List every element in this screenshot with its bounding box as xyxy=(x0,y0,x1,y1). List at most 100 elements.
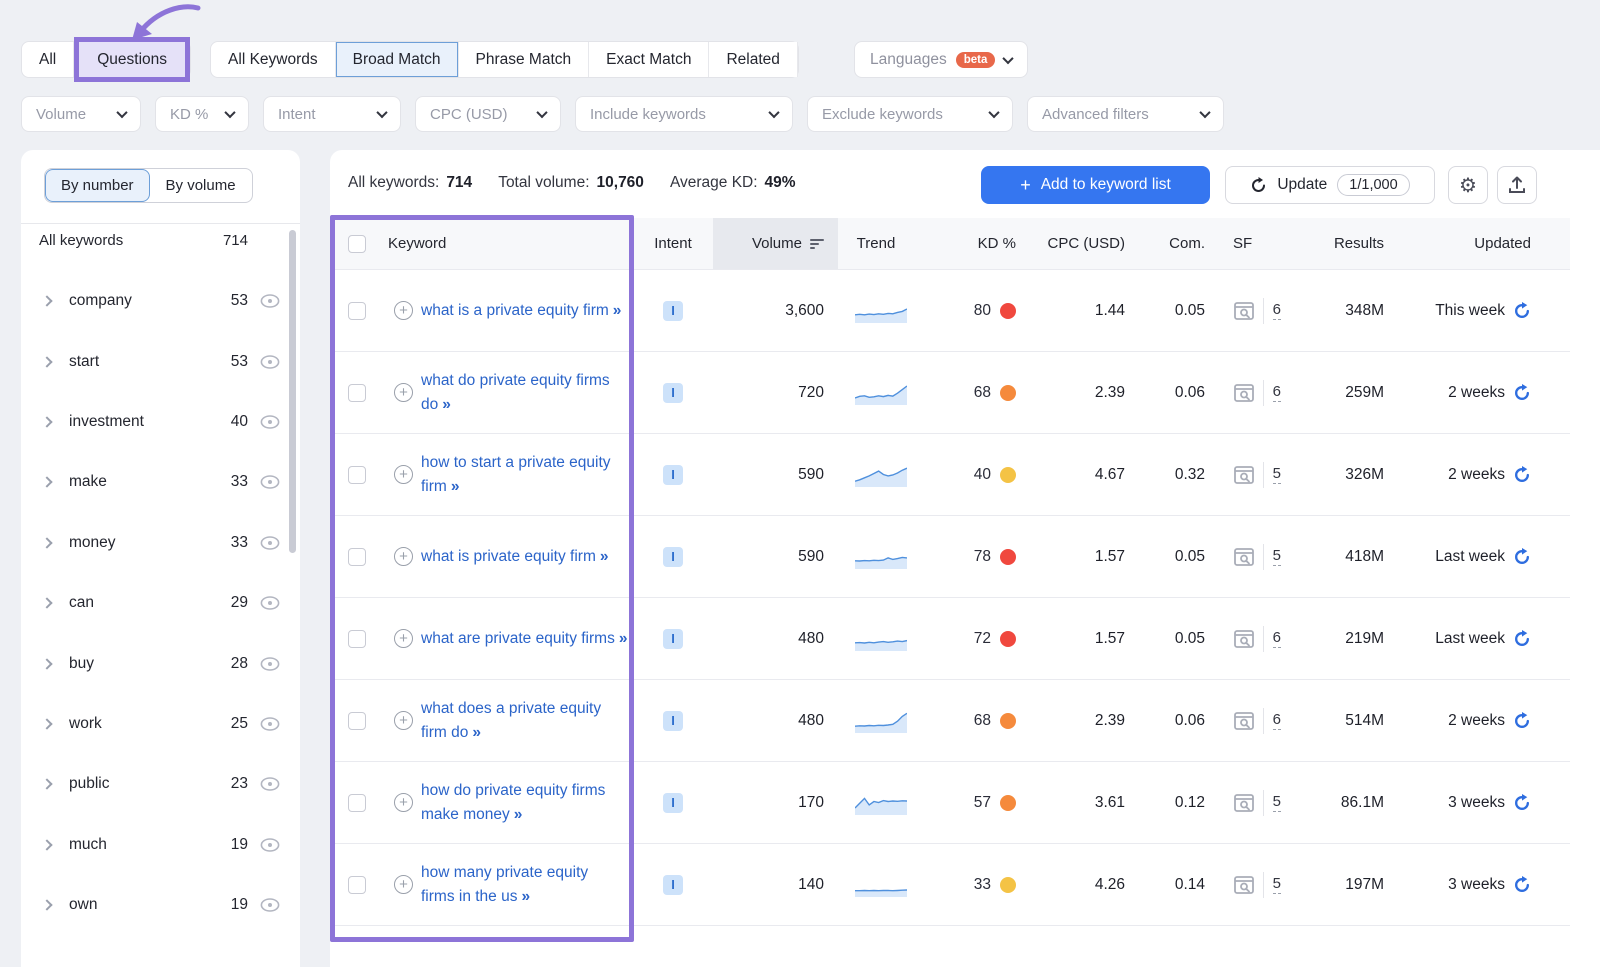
chevron-right-icon[interactable] xyxy=(41,477,52,488)
refresh-metrics-icon[interactable] xyxy=(1513,384,1531,402)
settings-button[interactable]: ⚙ xyxy=(1448,166,1488,204)
keyword-group-item[interactable]: public 23 xyxy=(21,754,300,814)
keyword-group-item[interactable]: make 33 xyxy=(21,452,300,512)
keyword-link[interactable]: what does a private equity firm do» xyxy=(421,697,626,744)
filter-dropdown[interactable]: KD % xyxy=(155,96,249,132)
keyword-group-item[interactable]: company 53 xyxy=(21,271,300,331)
header-cpc[interactable]: CPC (USD) xyxy=(1030,235,1135,252)
toggle-by-volume[interactable]: By volume xyxy=(150,169,252,202)
tab-match-type[interactable]: Broad Match xyxy=(336,42,459,77)
keyword-group-item[interactable]: can 29 xyxy=(21,573,300,633)
keyword-link[interactable]: what do private equity firms do» xyxy=(421,369,626,416)
eye-icon[interactable] xyxy=(260,777,280,791)
filter-dropdown[interactable]: CPC (USD) xyxy=(415,96,561,132)
header-intent[interactable]: Intent xyxy=(633,235,713,252)
eye-icon[interactable] xyxy=(260,596,280,610)
keyword-link[interactable]: what is private equity firm» xyxy=(421,545,607,568)
sf-count-link[interactable]: 5 xyxy=(1273,465,1281,484)
intent-badge[interactable]: I xyxy=(663,629,683,649)
row-checkbox[interactable] xyxy=(348,548,366,566)
update-button[interactable]: Update 1/1,000 xyxy=(1225,166,1435,204)
keyword-link[interactable]: how many private equity firms in the us» xyxy=(421,861,626,908)
tab-match-type[interactable]: All Keywords xyxy=(211,42,336,77)
tab-all[interactable]: All xyxy=(22,42,74,77)
sf-count-link[interactable]: 6 xyxy=(1273,629,1281,648)
intent-badge[interactable]: I xyxy=(663,547,683,567)
row-checkbox[interactable] xyxy=(348,384,366,402)
serp-preview-icon[interactable] xyxy=(1234,794,1254,812)
eye-icon[interactable] xyxy=(260,717,280,731)
serp-preview-icon[interactable] xyxy=(1234,876,1254,894)
row-checkbox[interactable] xyxy=(348,302,366,320)
chevron-right-icon[interactable] xyxy=(41,296,52,307)
row-checkbox[interactable] xyxy=(348,876,366,894)
expand-plus-icon[interactable]: + xyxy=(394,629,413,648)
open-keyword-icon[interactable]: » xyxy=(613,302,620,319)
sf-count-link[interactable]: 5 xyxy=(1273,547,1281,566)
sf-count-link[interactable]: 5 xyxy=(1273,875,1281,894)
keyword-group-item[interactable]: start 53 xyxy=(21,331,300,391)
refresh-metrics-icon[interactable] xyxy=(1513,302,1531,320)
chevron-right-icon[interactable] xyxy=(41,718,52,729)
filter-dropdown[interactable]: Exclude keywords xyxy=(807,96,1013,132)
chevron-right-icon[interactable] xyxy=(41,416,52,427)
refresh-metrics-icon[interactable] xyxy=(1513,794,1531,812)
keyword-group-item[interactable]: investment 40 xyxy=(21,392,300,452)
keyword-group-item[interactable]: own 19 xyxy=(21,875,300,935)
intent-badge[interactable]: I xyxy=(663,301,683,321)
expand-plus-icon[interactable]: + xyxy=(394,793,413,812)
tab-match-type[interactable]: Related xyxy=(709,42,797,77)
open-keyword-icon[interactable]: » xyxy=(514,806,521,823)
keyword-group-item[interactable]: buy 28 xyxy=(21,633,300,693)
eye-icon[interactable] xyxy=(260,415,280,429)
expand-plus-icon[interactable]: + xyxy=(394,465,413,484)
keyword-group-item[interactable]: work 25 xyxy=(21,694,300,754)
header-kd[interactable]: KD % xyxy=(924,235,1030,252)
refresh-metrics-icon[interactable] xyxy=(1513,712,1531,730)
intent-badge[interactable]: I xyxy=(663,711,683,731)
sidebar-header[interactable]: All keywords 714 xyxy=(39,232,248,249)
eye-icon[interactable] xyxy=(260,838,280,852)
languages-dropdown[interactable]: Languages beta xyxy=(854,41,1028,78)
open-keyword-icon[interactable]: » xyxy=(619,630,626,647)
refresh-metrics-icon[interactable] xyxy=(1513,876,1531,894)
sidebar-scrollbar[interactable] xyxy=(289,230,296,553)
chevron-right-icon[interactable] xyxy=(41,658,52,669)
row-checkbox[interactable] xyxy=(348,466,366,484)
eye-icon[interactable] xyxy=(260,536,280,550)
chevron-right-icon[interactable] xyxy=(41,899,52,910)
sf-count-link[interactable]: 6 xyxy=(1273,711,1281,730)
eye-icon[interactable] xyxy=(260,294,280,308)
header-updated[interactable]: Updated xyxy=(1390,235,1565,252)
intent-badge[interactable]: I xyxy=(663,793,683,813)
refresh-metrics-icon[interactable] xyxy=(1513,630,1531,648)
toggle-by-number[interactable]: By number xyxy=(45,169,150,202)
filter-dropdown[interactable]: Advanced filters xyxy=(1027,96,1224,132)
keyword-link[interactable]: what are private equity firms» xyxy=(421,627,625,650)
add-to-keyword-list-button[interactable]: + Add to keyword list xyxy=(981,166,1210,204)
row-checkbox[interactable] xyxy=(348,712,366,730)
open-keyword-icon[interactable]: » xyxy=(521,888,528,905)
row-checkbox[interactable] xyxy=(348,794,366,812)
refresh-metrics-icon[interactable] xyxy=(1513,548,1531,566)
intent-badge[interactable]: I xyxy=(663,465,683,485)
chevron-right-icon[interactable] xyxy=(41,597,52,608)
header-volume[interactable]: Volume xyxy=(713,218,838,269)
intent-badge[interactable]: I xyxy=(663,875,683,895)
open-keyword-icon[interactable]: » xyxy=(451,478,458,495)
keyword-group-item[interactable]: much 19 xyxy=(21,815,300,875)
expand-plus-icon[interactable]: + xyxy=(394,547,413,566)
select-all-checkbox[interactable] xyxy=(348,235,366,253)
open-keyword-icon[interactable]: » xyxy=(600,548,607,565)
keyword-link[interactable]: what is a private equity firm» xyxy=(421,299,619,322)
tab-match-type[interactable]: Exact Match xyxy=(589,42,709,77)
filter-dropdown[interactable]: Intent xyxy=(263,96,401,132)
expand-plus-icon[interactable]: + xyxy=(394,711,413,730)
eye-icon[interactable] xyxy=(260,898,280,912)
tab-match-type[interactable]: Phrase Match xyxy=(459,42,590,77)
chevron-right-icon[interactable] xyxy=(41,779,52,790)
serp-preview-icon[interactable] xyxy=(1234,712,1254,730)
sf-count-link[interactable]: 6 xyxy=(1273,383,1281,402)
header-results[interactable]: Results xyxy=(1295,235,1390,252)
open-keyword-icon[interactable]: » xyxy=(472,724,479,741)
